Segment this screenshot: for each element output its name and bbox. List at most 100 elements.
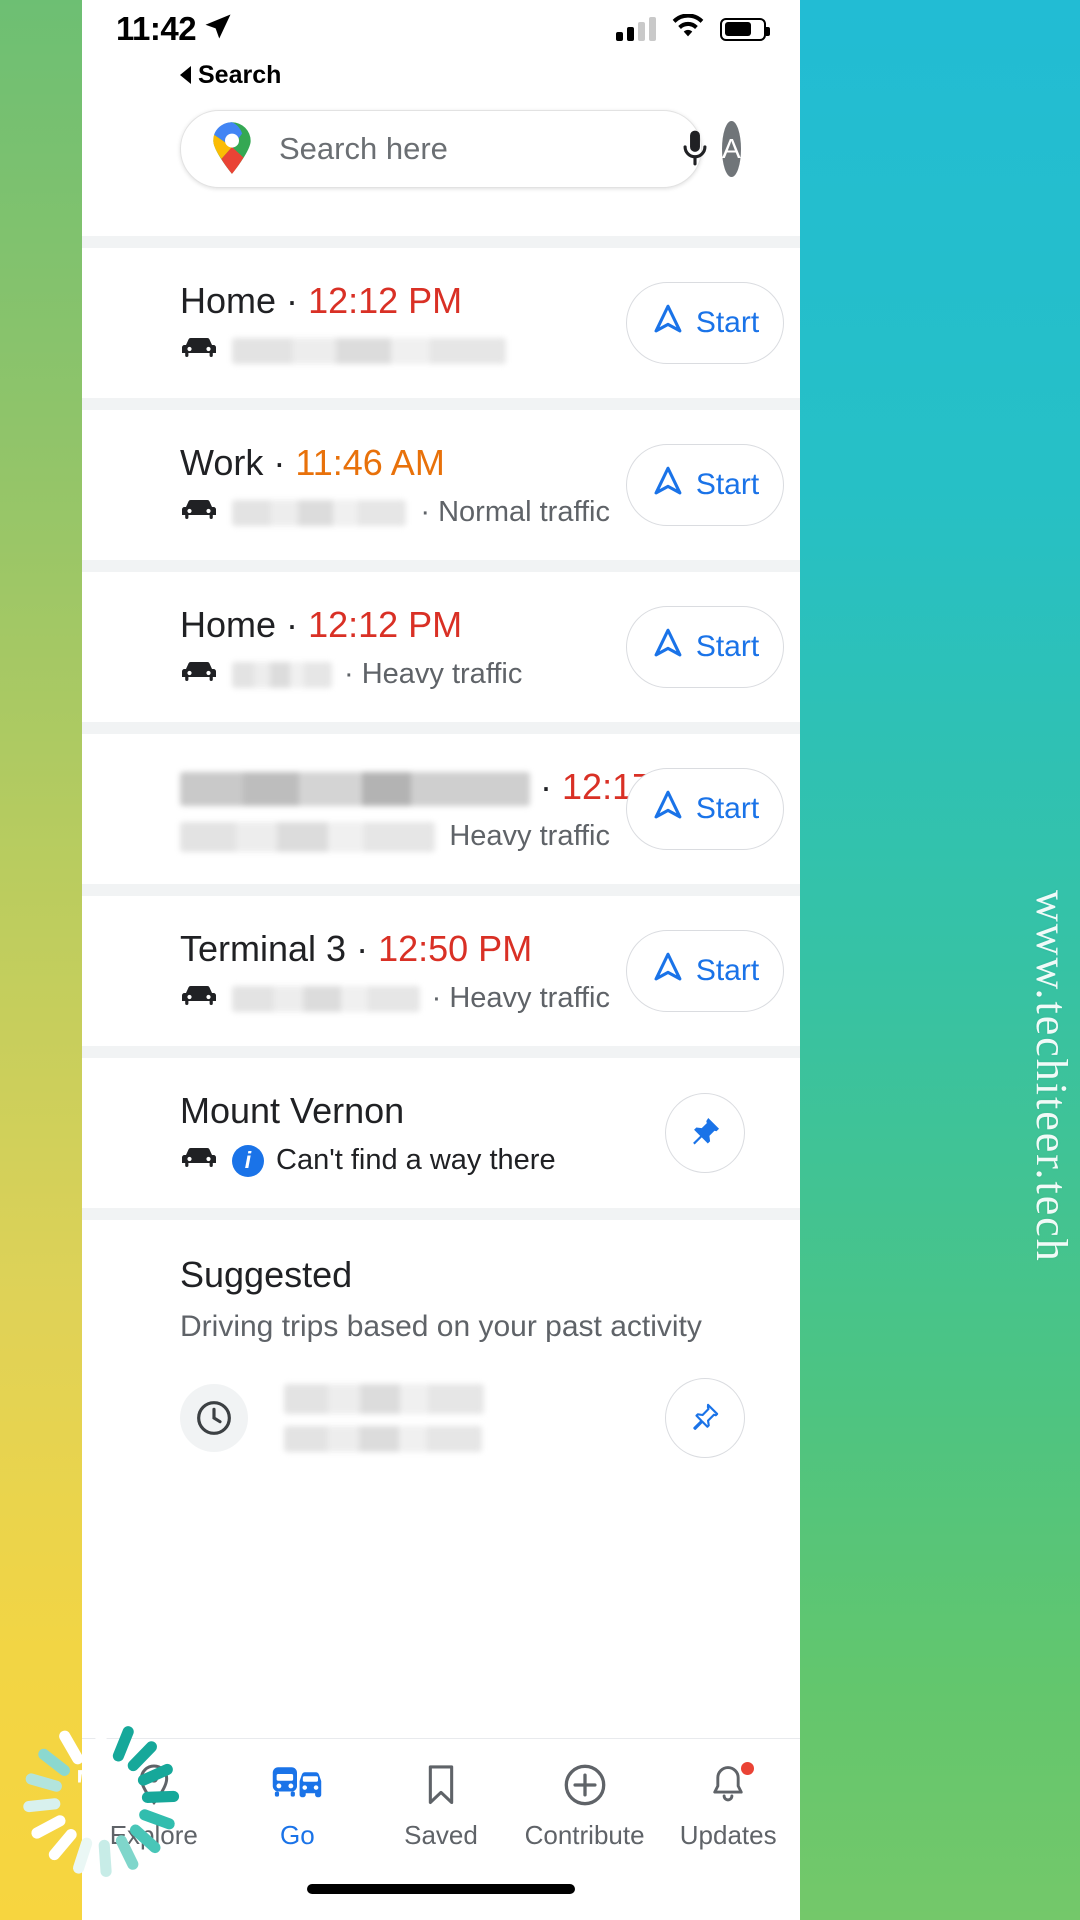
start-button-label: Start	[695, 954, 760, 987]
trip-title: Home · 12:12 PM	[180, 279, 610, 323]
google-maps-pin-icon	[207, 119, 257, 180]
bell-icon	[709, 1760, 757, 1809]
suggested-action	[610, 1378, 800, 1458]
start-button[interactable]: Start	[626, 444, 784, 526]
unreachable-subtitle: i Can't find a way there	[180, 1144, 610, 1177]
trip-action: Start	[610, 768, 800, 850]
trip-name: Work	[180, 441, 264, 483]
trip-row[interactable]: Work · 11:46 AM · Normal traffic Start	[82, 410, 800, 560]
nav-item-contribute[interactable]: Contribute	[513, 1761, 657, 1851]
avatar[interactable]: A	[722, 121, 741, 177]
trip-separator: ·	[540, 765, 553, 807]
wallpaper-right	[800, 0, 1080, 1920]
back-to-search-link[interactable]: Search	[82, 58, 800, 92]
redacted-suggested-text	[284, 1384, 484, 1452]
redacted-route-text	[232, 661, 332, 688]
start-button-label: Start	[695, 468, 760, 501]
back-triangle-icon	[180, 66, 191, 84]
trip-name: Home	[180, 603, 277, 645]
trip-action: Start	[610, 930, 800, 1012]
trip-title: · 12:17 PM	[180, 765, 716, 809]
unreachable-place-row[interactable]: Mount Vernon i Can't find a way there	[82, 1058, 800, 1208]
trip-action: Start	[610, 606, 800, 688]
nav-item-updates[interactable]: Updates	[656, 1760, 800, 1851]
navigation-arrow-icon	[651, 626, 685, 668]
trip-name: Terminal 3	[180, 927, 347, 969]
trip-eta: 11:46 AM	[295, 441, 445, 483]
trip-separator: ·	[286, 603, 299, 645]
car-icon	[180, 658, 218, 691]
trip-title: Terminal 3 · 12:50 PM	[180, 927, 610, 971]
status-bar-right	[616, 13, 770, 45]
trip-eta: 12:12 PM	[308, 603, 463, 645]
nav-item-saved[interactable]: Saved	[369, 1761, 513, 1851]
suggested-row[interactable]	[82, 1344, 800, 1492]
trip-traffic: · Heavy traffic	[431, 982, 610, 1015]
unreachable-info: Mount Vernon i Can't find a way there	[82, 1089, 610, 1178]
divider	[82, 236, 800, 248]
nav-item-explore[interactable]: Explore	[82, 1761, 226, 1851]
nav-item-go[interactable]: Go	[226, 1761, 370, 1851]
trip-traffic: · Normal traffic	[420, 496, 610, 529]
trip-title: Home · 12:12 PM	[180, 603, 610, 647]
trip-subtitle: · Heavy traffic	[180, 982, 610, 1015]
trip-row[interactable]: Home · 12:12 PM · Heavy traffic Start	[82, 572, 800, 722]
trip-info: · 12:17 PM Heavy traffic	[82, 765, 716, 854]
start-button[interactable]: Start	[626, 930, 784, 1012]
start-button[interactable]: Start	[626, 768, 784, 850]
divider	[82, 1208, 800, 1220]
battery-icon	[720, 17, 770, 41]
cellular-signal-icon	[616, 17, 656, 41]
bookmark-icon	[424, 1761, 458, 1809]
start-button-label: Start	[695, 306, 760, 339]
pin-outline-icon	[689, 1401, 721, 1436]
microphone-icon[interactable]	[678, 124, 712, 174]
divider	[82, 560, 800, 572]
redacted-route-text	[232, 985, 420, 1012]
trip-traffic: · Heavy traffic	[344, 658, 523, 691]
wallpaper-left	[0, 0, 82, 1920]
divider	[82, 722, 800, 734]
nav-item-label: Contribute	[524, 1820, 645, 1850]
navigation-arrow-icon	[651, 950, 685, 992]
trip-info: Home · 12:12 PM · Heavy traffic	[82, 603, 610, 692]
redacted-route-text	[232, 337, 506, 364]
trip-eta: 12:12 PM	[308, 279, 463, 321]
suggested-row-info	[82, 1384, 610, 1452]
navigation-arrow-icon	[651, 302, 685, 344]
unreachable-name: Mount Vernon	[180, 1089, 405, 1131]
redacted-trip-name	[180, 772, 530, 807]
trip-row[interactable]: · 12:17 PM Heavy traffic Start	[82, 734, 800, 884]
trip-traffic: Heavy traffic	[449, 820, 610, 853]
info-icon: i	[232, 1144, 264, 1177]
back-to-search-label: Search	[198, 60, 282, 89]
pin-button[interactable]	[665, 1093, 745, 1173]
start-button[interactable]: Start	[626, 282, 784, 364]
search-bar[interactable]: A	[180, 110, 741, 188]
unreachable-message: Can't find a way there	[276, 1144, 556, 1177]
car-icon	[180, 982, 218, 1015]
divider	[82, 884, 800, 896]
trip-action: Start	[610, 282, 800, 364]
pin-filled-icon	[688, 1115, 722, 1152]
trip-subtitle: · Normal traffic	[180, 496, 610, 529]
trip-info: Work · 11:46 AM · Normal traffic	[82, 441, 610, 530]
trip-title: Work · 11:46 AM	[180, 441, 610, 485]
trip-subtitle	[180, 334, 610, 367]
start-button[interactable]: Start	[626, 606, 784, 688]
redacted-route-text	[232, 499, 407, 526]
trip-row[interactable]: Home · 12:12 PM Start	[82, 248, 800, 398]
home-indicator[interactable]	[307, 1884, 575, 1894]
car-icon	[180, 1144, 218, 1177]
suggested-title: Suggested	[180, 1254, 353, 1295]
start-button-label: Start	[695, 630, 760, 663]
search-input[interactable]	[279, 131, 678, 167]
trip-eta: 12:50 PM	[378, 927, 533, 969]
suggested-subtitle: Driving trips based on your past activit…	[180, 1310, 702, 1343]
pin-outline-button[interactable]	[665, 1378, 745, 1458]
trip-row[interactable]: Terminal 3 · 12:50 PM · Heavy traffic St…	[82, 896, 800, 1046]
start-button-label: Start	[695, 792, 760, 825]
wifi-icon	[671, 13, 705, 45]
trip-info: Home · 12:12 PM	[82, 279, 610, 368]
nav-item-label: Saved	[404, 1820, 478, 1850]
